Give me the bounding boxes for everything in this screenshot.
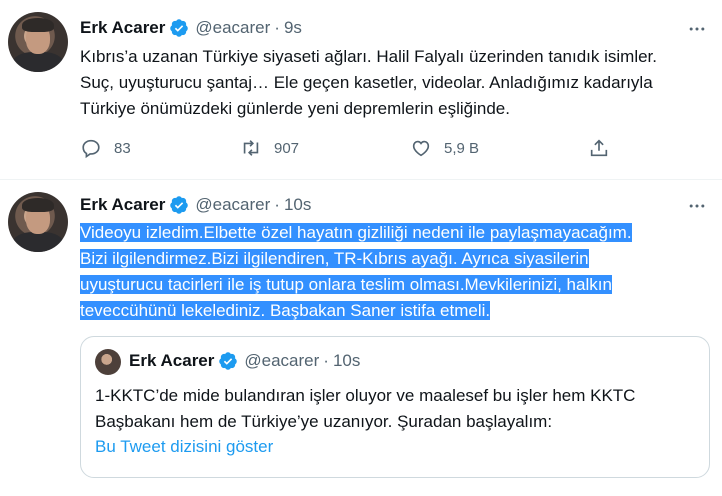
quoted-tweet-text: 1-KKTC’de mide bulandıran işler oluyor v… [95,383,695,435]
selected-text: uyuşturucu tacirleri ile iş tutup onlara… [80,275,612,294]
retweet-count: 907 [274,139,300,157]
reply-icon [82,139,100,159]
avatar[interactable] [8,192,68,252]
tweet-text-line: Türkiye önümüzdeki günlerde yeni depreml… [80,99,510,118]
like-button[interactable]: 5,9 B [410,137,479,159]
author-name[interactable]: Erk Acarer [80,18,165,38]
like-count: 5,9 B [444,139,480,157]
author-handle[interactable]: @eacarer [195,18,270,38]
share-icon [590,139,608,157]
tweet-actions: 83 907 5,9 B [80,137,620,163]
verified-badge-icon [219,352,238,370]
verified-badge-icon [170,19,189,37]
tweet-header: Erk Acarer @eacarer · 9s [80,18,302,38]
tweet-text-line: Videoyu izledim.Elbette özel hayatın giz… [80,220,710,246]
tweet-text: Kıbrıs’a uzanan Türkiye siyaseti ağları.… [80,44,710,122]
selected-text: Videoyu izledim.Elbette özel hayatın giz… [80,223,632,242]
share-button[interactable] [588,137,622,159]
author-handle[interactable]: @eacarer [195,195,270,215]
selected-text: teveccühünü lekelediniz. Başbakan Saner … [80,301,491,320]
tweet-1[interactable]: Erk Acarer @eacarer · 9s Kıbrıs’a uzanan… [0,0,722,180]
avatar[interactable] [8,12,68,72]
author-handle: @eacarer [244,351,320,370]
like-icon [412,140,430,157]
quoted-tweet-header: Erk Acarer @eacarer · 10s [129,351,360,371]
author-name: Erk Acarer [129,351,215,370]
tweet-timestamp[interactable]: 10s [284,195,311,215]
tweet-text-line: Suç, uyuşturucu şantaj… Ele geçen kasetl… [80,73,653,92]
tweet-text-line: uyuşturucu tacirleri ile iş tutup onlara… [80,272,710,298]
avatar [95,349,121,375]
tweet-text-line: Başbakanı hem de Türkiye’ye uzanıyor. Şu… [95,412,553,431]
separator: · [274,18,280,37]
separator: · [274,195,280,214]
separator: · [323,351,329,370]
reply-count: 83 [114,139,131,157]
tweet-text-line: teveccühünü lekelediniz. Başbakan Saner … [80,298,710,324]
tweet-text-line: Bizi ilgilendirmez.Bizi ilgilendiren, TR… [80,246,710,272]
show-thread-link[interactable]: Bu Tweet dizisini göster [95,437,273,457]
tweet-text-line: 1-KKTC’de mide bulandıran işler oluyor v… [95,386,636,405]
retweet-button[interactable]: 907 [240,137,299,159]
tweet-text-line: Kıbrıs’a uzanan Türkiye siyaseti ağları.… [80,47,657,66]
quoted-tweet[interactable]: Erk Acarer @eacarer · 10s 1-KKTC’de mide… [80,336,710,478]
author-name[interactable]: Erk Acarer [80,195,165,215]
retweet-icon [243,140,259,156]
verified-badge-icon [170,196,189,214]
reply-button[interactable]: 83 [80,137,131,159]
tweet-timestamp[interactable]: 9s [284,18,302,38]
tweet-text: Videoyu izledim.Elbette özel hayatın giz… [80,220,710,324]
more-icon[interactable] [686,18,708,40]
tweet-timestamp: 10s [332,351,361,370]
tweet-header: Erk Acarer @eacarer · 10s [80,195,311,215]
selected-text: Bizi ilgilendirmez.Bizi ilgilendiren, TR… [80,249,589,268]
more-icon[interactable] [686,195,708,217]
